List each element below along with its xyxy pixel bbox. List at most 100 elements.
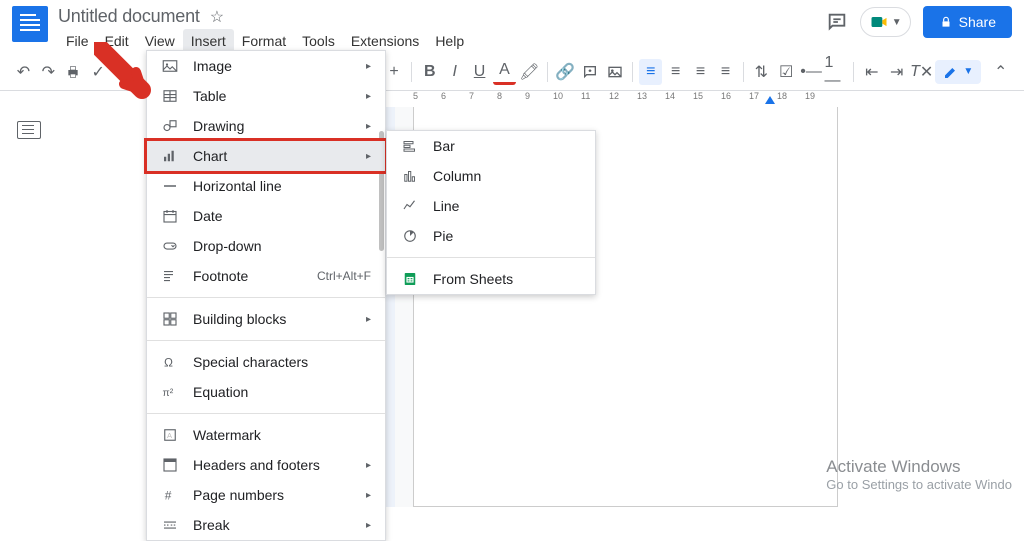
menu-item-label: Chart — [193, 148, 352, 164]
align-justify-icon[interactable]: ≡ — [714, 59, 737, 85]
text-color-icon[interactable]: A — [493, 59, 516, 85]
pencil-icon — [943, 64, 959, 80]
insert-menu-horizontal-line[interactable]: Horizontal line — [147, 171, 385, 201]
indent-decrease-icon[interactable]: ⇤ — [860, 59, 883, 85]
insert-menu-date[interactable]: Date — [147, 201, 385, 231]
document-title[interactable]: Untitled document — [58, 6, 200, 27]
line-icon — [401, 197, 419, 215]
menu-item-label: Equation — [193, 384, 371, 400]
align-center-icon[interactable]: ≡ — [664, 59, 687, 85]
share-button[interactable]: Share — [923, 6, 1012, 38]
italic-icon[interactable]: I — [443, 59, 466, 85]
menu-item-label: Horizontal line — [193, 178, 371, 194]
comment-add-icon[interactable] — [579, 59, 602, 85]
submenu-arrow-icon: ▸ — [366, 91, 371, 102]
outline-icon[interactable] — [17, 121, 41, 139]
image-icon — [161, 57, 179, 75]
annotation-arrow-icon — [94, 42, 154, 102]
chevron-down-icon: ▼ — [963, 66, 973, 77]
insert-menu-equation[interactable]: π² Equation — [147, 377, 385, 407]
submenu-arrow-icon: ▸ — [366, 151, 371, 162]
editing-mode-button[interactable]: ▼ — [935, 60, 981, 84]
numbered-list-icon[interactable]: 1— — [825, 59, 848, 85]
omega-icon: Ω — [161, 353, 179, 371]
submenu-item-label: From Sheets — [433, 271, 513, 287]
menu-help[interactable]: Help — [427, 29, 472, 53]
menu-item-label: Break — [193, 517, 352, 533]
meet-button[interactable]: ▼ — [860, 7, 911, 37]
submenu-arrow-icon: ▸ — [366, 61, 371, 72]
horizontal-ruler: 5678910111213141516171819 — [395, 91, 1024, 107]
undo-icon[interactable]: ↶ — [12, 59, 35, 85]
menu-item-label: Drawing — [193, 118, 352, 134]
insert-menu-special-characters[interactable]: ΩSpecial characters — [147, 347, 385, 377]
submenu-arrow-icon: ▸ — [366, 520, 371, 531]
menu-file[interactable]: File — [58, 29, 97, 53]
chart-submenu-bar[interactable]: Bar — [387, 131, 595, 161]
docs-logo-icon[interactable] — [12, 6, 48, 42]
insert-menu-table[interactable]: Table▸ — [147, 81, 385, 111]
header-right: ▼ Share — [826, 6, 1012, 38]
insert-menu-drawing[interactable]: Drawing▸ — [147, 111, 385, 141]
line-spacing-icon[interactable]: ⇅ — [750, 59, 773, 85]
drawing-icon — [161, 117, 179, 135]
title-area: Untitled document ☆ File Edit View Inser… — [58, 6, 826, 53]
star-icon[interactable]: ☆ — [210, 7, 224, 27]
insert-menu-footnote[interactable]: FootnoteCtrl+Alt+F — [147, 261, 385, 291]
bold-icon[interactable]: B — [418, 59, 441, 85]
pi-icon: π² — [161, 383, 179, 401]
blocks-icon — [161, 310, 179, 328]
chart-submenu-pie[interactable]: Pie — [387, 221, 595, 251]
chart-submenu-line[interactable]: Line — [387, 191, 595, 221]
indent-increase-icon[interactable]: ⇥ — [885, 59, 908, 85]
submenu-arrow-icon: ▸ — [366, 490, 371, 501]
chart-submenu-column[interactable]: Column — [387, 161, 595, 191]
svg-text:#: # — [165, 489, 172, 503]
chart-submenu: BarColumnLine Pie From Sheets — [386, 130, 596, 295]
insert-menu-watermark[interactable]: A Watermark — [147, 420, 385, 450]
bullet-list-icon[interactable]: •— — [800, 59, 823, 85]
align-left-icon[interactable]: ≡ — [639, 59, 662, 85]
chevron-up-icon[interactable]: ⌃ — [989, 59, 1012, 85]
table-icon — [161, 87, 179, 105]
menu-item-label: Building blocks — [193, 311, 352, 327]
clear-format-icon[interactable]: T✕ — [910, 59, 933, 85]
menu-item-label: Footnote — [193, 268, 303, 284]
break-icon — [161, 516, 179, 534]
watermark-icon: A — [161, 426, 179, 444]
chart-submenu-from-sheets[interactable]: From Sheets — [387, 264, 595, 294]
chevron-down-icon: ▼ — [892, 17, 902, 28]
checklist-icon[interactable]: ☑ — [775, 59, 798, 85]
align-right-icon[interactable]: ≡ — [689, 59, 712, 85]
submenu-item-label: Pie — [433, 228, 453, 244]
margin-marker-icon[interactable] — [765, 96, 775, 104]
redo-icon[interactable]: ↷ — [37, 59, 60, 85]
insert-menu-chart[interactable]: Chart ▸ — [144, 138, 388, 174]
print-icon[interactable] — [62, 59, 85, 85]
insert-dropdown: Image▸Table▸Drawing▸Chart▸Horizontal lin… — [146, 50, 386, 541]
insert-menu-drop-down[interactable]: Drop-down — [147, 231, 385, 261]
hline-icon — [161, 177, 179, 195]
insert-menu-page-numbers[interactable]: #Page numbers▸ — [147, 480, 385, 510]
headers-icon — [161, 456, 179, 474]
svg-text:Ω: Ω — [164, 356, 173, 370]
comments-icon[interactable] — [826, 11, 848, 33]
menu-item-label: Watermark — [193, 427, 371, 443]
dropdown-icon — [161, 237, 179, 255]
image-insert-icon[interactable] — [604, 59, 627, 85]
svg-text:π²: π² — [163, 387, 174, 399]
link-icon[interactable]: 🔗 — [554, 59, 577, 85]
submenu-arrow-icon: ▸ — [366, 314, 371, 325]
insert-menu-break[interactable]: Break ▸ — [147, 510, 385, 540]
menu-item-label: Date — [193, 208, 371, 224]
bar-icon — [401, 137, 419, 155]
lock-icon — [939, 15, 953, 29]
pie-icon — [401, 227, 419, 245]
footnote-icon — [161, 267, 179, 285]
underline-icon[interactable]: U — [468, 59, 491, 85]
insert-menu-headers-and-footers[interactable]: Headers and footers▸ — [147, 450, 385, 480]
highlight-icon[interactable]: 🖍 — [518, 59, 541, 85]
insert-menu-building-blocks[interactable]: Building blocks ▸ — [147, 304, 385, 334]
insert-menu-image[interactable]: Image▸ — [147, 51, 385, 81]
sheets-icon — [401, 270, 419, 288]
